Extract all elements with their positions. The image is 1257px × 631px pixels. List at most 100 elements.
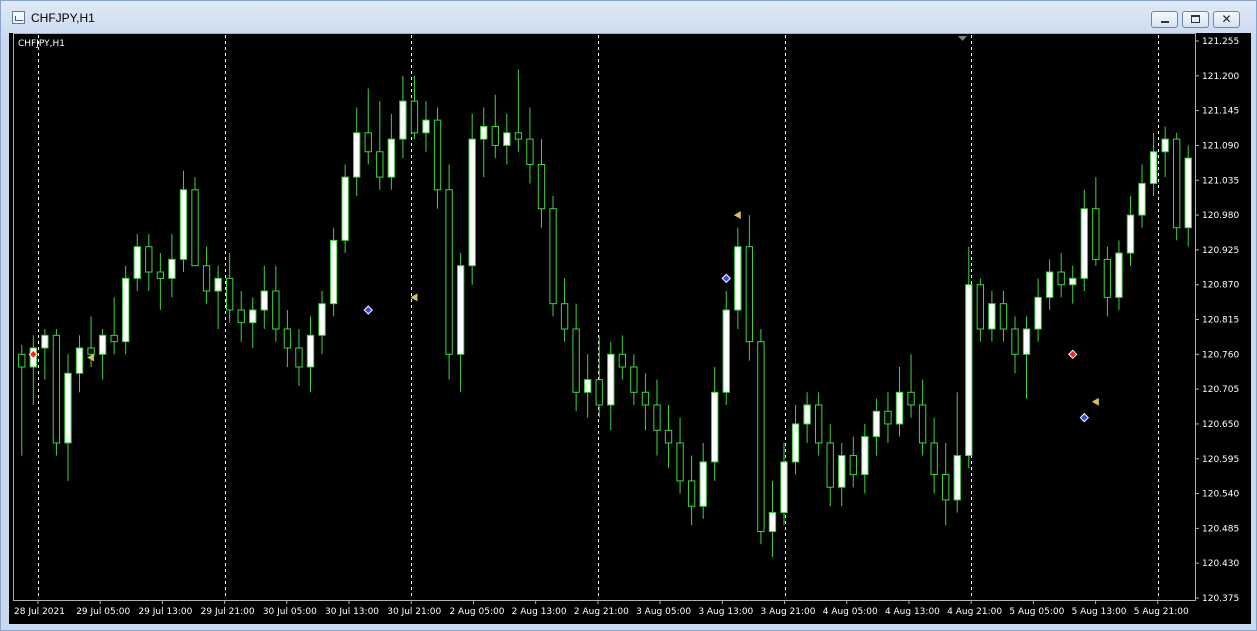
candle-bear xyxy=(976,284,985,330)
candle-bull xyxy=(503,132,511,146)
x-tick-label: 4 Aug 13:00 xyxy=(885,607,940,617)
candle-bull xyxy=(1126,214,1135,254)
candle-bull xyxy=(803,404,811,425)
candle-bear xyxy=(595,379,603,406)
candle-bull xyxy=(456,265,465,355)
candle-bear xyxy=(18,353,26,368)
y-tick-label: 120.540 xyxy=(1202,490,1239,500)
candle-bull xyxy=(734,246,742,311)
candle-bull xyxy=(318,303,326,336)
candle-bear xyxy=(942,474,950,501)
chart-window-icon xyxy=(12,11,25,24)
candle-bull xyxy=(75,347,84,374)
y-tick-label: 120.650 xyxy=(1202,420,1239,430)
candle-bear xyxy=(653,404,661,431)
candle-bear xyxy=(156,271,165,279)
x-tick-label: 5 Aug 05:00 xyxy=(1009,607,1064,617)
chart-symbol-label: CHFJPY,H1 xyxy=(18,39,65,49)
trade-buy-marker xyxy=(363,305,373,315)
x-tick-label: 2 Aug 05:00 xyxy=(449,607,504,617)
minimize-button[interactable] xyxy=(1151,11,1178,28)
candle-bull xyxy=(179,189,188,260)
candle-bull xyxy=(168,258,176,279)
candle-bull xyxy=(1115,252,1123,298)
maximize-button[interactable] xyxy=(1182,11,1209,28)
y-tick-label: 120.815 xyxy=(1202,316,1239,326)
candle-bear xyxy=(884,410,892,425)
candle-bear xyxy=(283,328,292,349)
candle-bear xyxy=(526,138,534,165)
candle-bear xyxy=(202,265,211,292)
candle-bull xyxy=(1161,138,1169,153)
chart-window: CHFJPY,H1 ✕ 121.255 121.200 121.145 121.090… xyxy=(0,0,1257,631)
y-tick-label: 120.980 xyxy=(1202,211,1239,221)
candle-bull xyxy=(41,334,49,349)
x-tick-label: 3 Aug 21:00 xyxy=(761,607,816,617)
candle-bull xyxy=(861,436,869,476)
candle-bear xyxy=(549,208,557,305)
candle-bull xyxy=(1149,151,1158,184)
candle-bull xyxy=(422,119,430,134)
candle-bear xyxy=(145,246,153,273)
candle-bull xyxy=(214,277,222,292)
candle-bull xyxy=(98,334,107,355)
close-button[interactable]: ✕ xyxy=(1213,11,1240,28)
window-title: CHFJPY,H1 xyxy=(31,11,95,25)
x-tick-label: 5 Aug 21:00 xyxy=(1134,607,1189,617)
candle-bear xyxy=(907,391,915,406)
y-tick-label: 120.375 xyxy=(1202,594,1239,604)
minimize-icon xyxy=(1161,21,1169,23)
candle-bull xyxy=(1022,328,1031,355)
candle-bull xyxy=(1184,157,1192,229)
candlestick-chart: 121.255 121.200 121.145 121.090 121.035 120.9… xyxy=(13,33,1239,617)
candle-bear xyxy=(814,404,823,444)
candle-bull xyxy=(838,455,846,488)
candle-bull xyxy=(480,125,488,140)
x-tick-label: 4 Aug 05:00 xyxy=(823,607,878,617)
candle-bull xyxy=(341,176,349,241)
x-tick-label: 30 Jul 13:00 xyxy=(325,607,379,617)
candle-bear xyxy=(514,132,523,140)
candle-bear xyxy=(1092,208,1100,260)
candle-bull xyxy=(711,391,719,463)
candle-bear xyxy=(1011,328,1019,355)
candle-bear xyxy=(641,391,650,406)
y-tick-label: 120.595 xyxy=(1202,455,1239,465)
y-tick-label: 120.870 xyxy=(1202,281,1239,291)
candle-bear xyxy=(87,347,95,355)
y-tick-label: 120.430 xyxy=(1202,559,1239,569)
candle-bear xyxy=(445,189,453,355)
y-tick-label: 120.485 xyxy=(1202,524,1239,534)
candle-bear xyxy=(364,132,372,153)
candle-bull xyxy=(260,290,268,311)
candle-bull xyxy=(791,423,800,463)
candle-bull xyxy=(133,246,141,279)
candle-bear xyxy=(930,442,938,476)
y-tick-label: 121.200 xyxy=(1202,72,1239,82)
candle-bull xyxy=(722,309,730,393)
candle-bull xyxy=(1138,182,1146,216)
candle-bear xyxy=(491,125,499,146)
y-tick-label: 120.705 xyxy=(1202,385,1239,395)
trade-buy-marker xyxy=(721,273,731,284)
candle-bear xyxy=(618,353,626,368)
trade-buy-marker xyxy=(1079,412,1089,423)
title-bar[interactable]: CHFJPY,H1 ✕ xyxy=(1,1,1256,33)
candle-bear xyxy=(410,100,419,134)
maximize-icon xyxy=(1191,15,1200,23)
candle-bull xyxy=(249,309,257,324)
trade-sell-marker xyxy=(1068,349,1078,360)
candle-bull xyxy=(780,461,788,514)
candle-bear xyxy=(110,334,118,343)
candle-bear xyxy=(191,189,199,267)
y-tick-label: 120.925 xyxy=(1202,246,1239,256)
y-tick-label: 121.145 xyxy=(1202,107,1239,117)
trade-close-marker xyxy=(1091,397,1099,406)
candle-bear xyxy=(1103,258,1112,298)
price-chart[interactable]: 121.255 121.200 121.145 121.090 121.035 120.9… xyxy=(9,33,1251,624)
candle-bull xyxy=(988,303,996,330)
x-tick-label: 29 Jul 13:00 xyxy=(138,607,192,617)
x-tick-label: 5 Aug 13:00 xyxy=(1072,607,1127,617)
candle-bear xyxy=(537,163,546,210)
candle-bear xyxy=(918,404,927,444)
